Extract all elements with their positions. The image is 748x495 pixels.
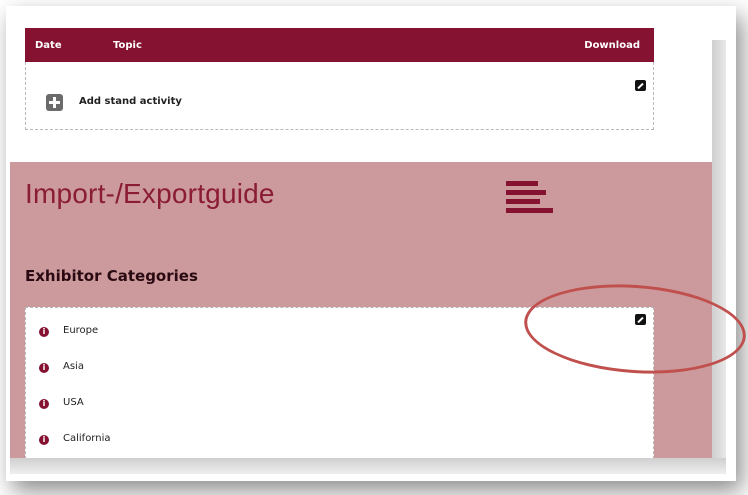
info-icon[interactable]: i [39,327,49,337]
window-edge-right [712,40,726,460]
stand-activity-box: Add stand activity [25,62,654,130]
exhibitor-categories-heading: Exhibitor Categories [25,267,198,285]
category-label: Europe [63,325,99,336]
column-header-download: Download [584,40,640,51]
column-header-topic: Topic [113,40,142,51]
section-title: Import-/Exportguide [25,178,275,209]
window-edge-bottom [10,458,726,474]
category-label: California [63,433,111,444]
category-label: Asia [63,361,84,372]
hamburger-menu-icon[interactable] [506,181,554,221]
table-header: Date Topic Download [25,28,654,62]
pencil-icon[interactable] [635,80,646,91]
info-icon[interactable]: i [39,399,49,409]
add-stand-activity-link[interactable]: Add stand activity [79,96,182,107]
info-icon[interactable]: i [39,435,49,445]
page-window: Date Topic Download Add stand activity I… [10,10,712,458]
info-icon[interactable]: i [39,363,49,373]
category-label: USA [63,397,84,408]
plus-icon[interactable] [46,94,63,111]
column-header-date: Date [35,40,62,51]
